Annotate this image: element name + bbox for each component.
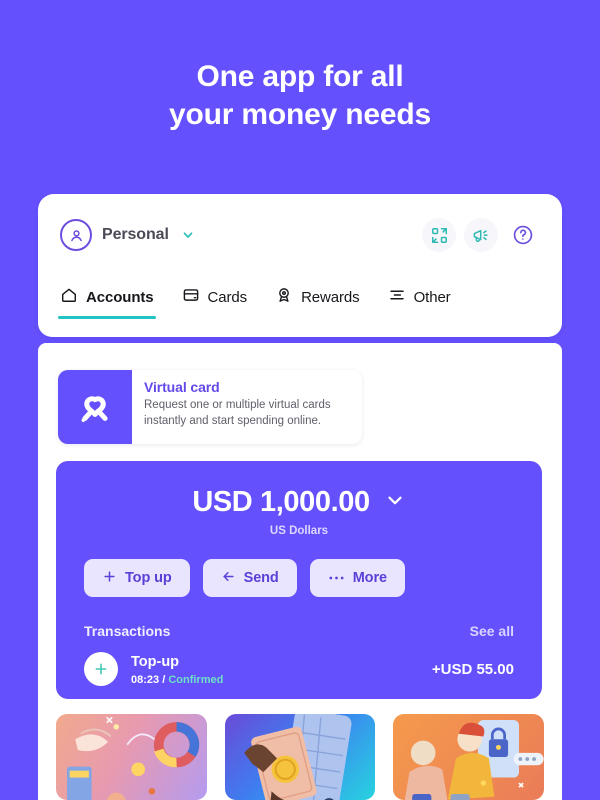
transaction-time: 08:23 / [131, 673, 169, 686]
table-row[interactable]: Top-up 08:23 / Confirmed +USD 55.00 [56, 639, 542, 686]
tab-bar: Accounts Cards Rewards Other [38, 276, 562, 337]
headline-line-2: your money needs [169, 98, 431, 132]
send-label: Send [243, 570, 279, 586]
transaction-meta: 08:23 / Confirmed [131, 674, 223, 686]
illustration-card-payments[interactable] [224, 714, 376, 800]
arrow-left-icon [221, 569, 236, 588]
virtual-card-loop-icon [58, 370, 132, 444]
ellipsis-icon [328, 570, 345, 586]
megaphone-icon[interactable] [464, 218, 498, 252]
more-button[interactable]: More [309, 559, 405, 597]
home-icon [60, 286, 78, 309]
person-circle-icon [60, 219, 92, 251]
header-toolbar: Personal [38, 194, 562, 276]
qr-scan-icon[interactable] [422, 218, 456, 252]
balance-header: USD 1,000.00 US Dollars [56, 461, 542, 537]
transactions-title: Transactions [84, 623, 171, 639]
transactions-header: Transactions See all [56, 597, 542, 639]
status-badge: Confirmed [168, 673, 224, 686]
balance-amount-row[interactable]: USD 1,000.00 [192, 486, 405, 519]
menu-icon [388, 286, 406, 309]
app-body: Virtual card Request one or multiple vir… [38, 343, 562, 800]
top-up-label: Top up [125, 570, 172, 586]
see-all-link[interactable]: See all [470, 623, 514, 639]
profile-switcher[interactable]: Personal [60, 219, 195, 251]
chevron-down-icon [181, 228, 195, 242]
tab-cards-label: Cards [207, 289, 248, 306]
transaction-info: Top-up 08:23 / Confirmed [131, 653, 223, 686]
illustration-card-security[interactable] [393, 714, 545, 800]
app-header: Personal Accounts Cards Rewards Other [38, 194, 562, 337]
send-button[interactable]: Send [202, 559, 297, 597]
plus-icon [84, 652, 118, 686]
currency-name: US Dollars [269, 525, 329, 537]
headline-line-1: One app for all [196, 60, 404, 93]
tab-cards[interactable]: Cards [180, 282, 250, 325]
tab-active-indicator [58, 316, 156, 319]
illustration-card-analytics[interactable] [56, 714, 207, 800]
virtual-card-title: Virtual card [144, 379, 220, 395]
tab-rewards-label: Rewards [301, 289, 360, 306]
tab-other[interactable]: Other [386, 282, 453, 325]
tab-other-label: Other [413, 289, 451, 306]
virtual-card-description: Request one or multiple virtual cards in… [144, 399, 331, 427]
medal-icon [275, 286, 293, 309]
card-icon [182, 286, 200, 309]
plus-icon [102, 569, 117, 588]
top-up-button[interactable]: Top up [84, 559, 190, 597]
balance-actions: Top up Send More [56, 537, 542, 597]
promo-card-row [38, 714, 562, 800]
tab-accounts[interactable]: Accounts [58, 282, 156, 325]
app-screenshot: Personal Accounts Cards Rewards Other Vi… [38, 194, 562, 800]
transaction-amount: +USD 55.00 [431, 660, 514, 678]
chevron-down-icon[interactable] [384, 486, 406, 519]
balance-card: USD 1,000.00 US Dollars Top up Send More… [56, 461, 542, 699]
more-label: More [352, 570, 387, 586]
page-title: One app for all your money needs [0, 58, 600, 134]
profile-name: Personal [102, 226, 169, 243]
virtual-card-banner[interactable]: Virtual card Request one or multiple vir… [58, 370, 362, 444]
header-actions [422, 218, 540, 252]
balance-amount: USD 1,000.00 [192, 486, 370, 518]
tab-accounts-label: Accounts [86, 289, 154, 306]
help-circle-icon[interactable] [506, 218, 540, 252]
virtual-card-banner-text: Virtual card Request one or multiple vir… [132, 370, 362, 444]
transaction-name: Top-up [131, 653, 180, 670]
tab-rewards[interactable]: Rewards [273, 282, 362, 325]
